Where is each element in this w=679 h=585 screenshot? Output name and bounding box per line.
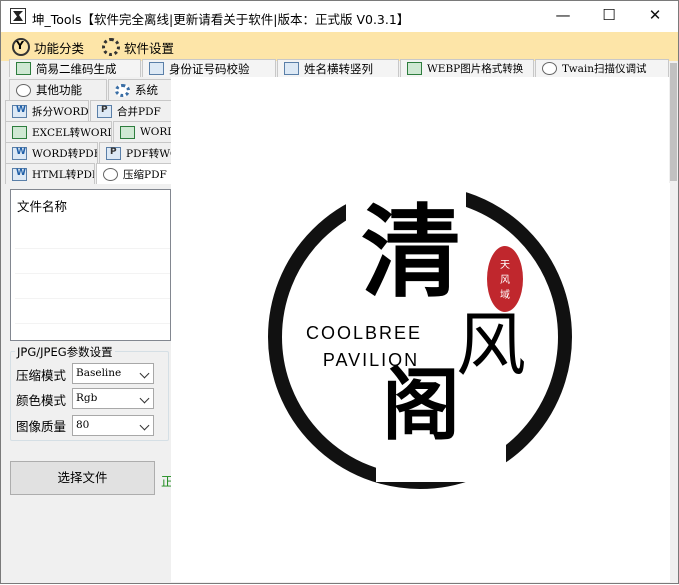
compress-mode-select[interactable]: Baseline <box>72 363 154 384</box>
tab-system-label: 系统 <box>135 83 158 97</box>
tab-split-word-label: 拆分WORD <box>32 105 89 118</box>
file-list-rows <box>15 224 170 324</box>
image-quality-value: 80 <box>76 419 90 431</box>
close-button[interactable]: ✕ <box>632 1 678 32</box>
scrollbar-thumb[interactable] <box>670 63 677 181</box>
app-window: 坤_Tools【软件完全离线|更新请看关于软件|版本：正式版 V0.3.1】 —… <box>0 0 679 584</box>
tab-word-to-pdf-label: WORD转PDF <box>32 147 98 160</box>
menu-software-settings-label: 软件设置 <box>124 40 175 56</box>
color-mode-select[interactable]: Rgb <box>72 388 154 409</box>
tab-html-to-pdf[interactable]: HTML转PDF <box>5 163 95 184</box>
compress-mode-label: 压缩模式 <box>16 368 67 383</box>
text-vertical-icon <box>284 62 299 75</box>
minimize-button[interactable]: — <box>540 1 586 32</box>
idcard-icon <box>149 62 164 75</box>
tab-name-vertical[interactable]: 姓名横转竖列 <box>277 59 399 77</box>
system-gear-icon <box>115 83 130 97</box>
tab-html-to-pdf-label: HTML转PDF <box>32 168 95 181</box>
menu-function-category[interactable]: 功能分类 <box>12 36 84 58</box>
chevron-down-icon <box>139 368 150 379</box>
tab-qrcode[interactable]: 简易二维码生成 <box>9 59 141 77</box>
excel-icon <box>12 125 27 139</box>
tab-pdf-to-word[interactable]: PDF转WO <box>99 142 172 163</box>
qrcode-icon <box>16 62 31 75</box>
tab-merge-pdf-label: 合并PDF <box>117 105 161 118</box>
html-icon <box>12 167 27 181</box>
logo-char-qing: 清 <box>361 193 461 311</box>
tab-qrcode-label: 简易二维码生成 <box>36 61 117 76</box>
list-item <box>15 299 170 324</box>
tab-twain[interactable]: Twain扫描仪调试 <box>535 59 669 77</box>
compress-icon <box>103 167 118 181</box>
word-icon <box>12 104 27 118</box>
logo-char-ge: 阁 <box>382 360 460 451</box>
file-list-header: 文件名称 <box>17 199 68 214</box>
tab-compress-pdf[interactable]: 压缩PDF <box>96 163 172 184</box>
seal-char-3: 域 <box>500 288 510 301</box>
gear-icon <box>102 38 120 56</box>
tab-webp-label: WEBP图片格式转换 <box>427 63 524 75</box>
preview-logo: 清 风 阁 COOLBREE PAVILION 天 风 域 <box>268 182 572 489</box>
choose-file-button[interactable]: 选择文件 <box>10 461 155 495</box>
tab-word-image-label: WORD <box>140 126 171 138</box>
tab-merge-pdf[interactable]: 合并PDF <box>90 100 172 121</box>
color-mode-value: Rgb <box>76 392 98 404</box>
pdf-icon <box>106 146 121 160</box>
window-title: 坤_Tools【软件完全离线|更新请看关于软件|版本：正式版 V0.3.1】 <box>32 12 410 27</box>
image-icon <box>120 125 135 139</box>
maximize-button[interactable]: ☐ <box>586 1 632 32</box>
chevron-down-icon <box>139 393 150 404</box>
title-bar: 坤_Tools【软件完全离线|更新请看关于软件|版本：正式版 V0.3.1】 —… <box>1 1 678 32</box>
pdf-icon <box>97 104 112 118</box>
tab-word-to-pdf[interactable]: WORD转PDF <box>5 142 98 163</box>
seal-char-2: 风 <box>500 274 510 286</box>
tab-twain-label: Twain扫描仪调试 <box>562 63 647 75</box>
logo-line-pavilion: PAVILION <box>323 350 419 370</box>
list-item <box>15 249 170 274</box>
seal-char-1: 天 <box>500 260 510 271</box>
logo-char-feng: 风 <box>456 304 526 386</box>
tab-system[interactable]: 系统 <box>108 79 172 100</box>
tab-other-functions-label: 其他功能 <box>36 83 82 97</box>
file-list[interactable]: 文件名称 <box>10 189 171 341</box>
menu-function-category-label: 功能分类 <box>34 40 85 56</box>
tab-pdf-to-word-label: PDF转WO <box>126 147 171 160</box>
app-logo-icon <box>10 8 26 24</box>
tab-split-word[interactable]: 拆分WORD <box>5 100 89 121</box>
tab-compress-pdf-label: 压缩PDF <box>123 168 167 181</box>
color-mode-label: 颜色模式 <box>16 393 67 408</box>
list-item <box>15 224 170 249</box>
tab-webp[interactable]: WEBP图片格式转换 <box>400 59 534 77</box>
tab-excel-to-word[interactable]: EXCEL转WORD <box>5 121 112 142</box>
more-icon <box>16 83 31 97</box>
chevron-down-icon <box>139 420 150 431</box>
tab-other-functions[interactable]: 其他功能 <box>9 79 107 100</box>
compress-mode-value: Baseline <box>76 367 122 379</box>
image-icon <box>407 62 422 75</box>
menu-bar: 功能分类 软件设置 <box>1 32 678 61</box>
tab-excel-to-word-label: EXCEL转WORD <box>32 126 112 139</box>
image-quality-select[interactable]: 80 <box>72 415 154 436</box>
logo-line-coolbree: COOLBREE <box>306 323 422 343</box>
tab-idcard[interactable]: 身份证号码校验 <box>142 59 276 77</box>
image-quality-label: 图像质量 <box>16 419 67 434</box>
tab-word-image[interactable]: WORD <box>113 121 172 142</box>
word-icon <box>12 146 27 160</box>
category-icon <box>12 38 30 56</box>
tab-name-vertical-label: 姓名横转竖列 <box>304 61 373 76</box>
tab-idcard-label: 身份证号码校验 <box>169 61 250 76</box>
preview-area: 清 风 阁 COOLBREE PAVILION 天 风 域 <box>171 77 670 582</box>
menu-software-settings[interactable]: 软件设置 <box>102 36 174 58</box>
tab-scrollbar[interactable] <box>669 61 678 183</box>
jpg-params-title: JPG/JPEG参数设置 <box>15 344 115 360</box>
status-text: 正 <box>161 474 171 489</box>
list-item <box>15 274 170 299</box>
scanner-icon <box>542 62 557 75</box>
